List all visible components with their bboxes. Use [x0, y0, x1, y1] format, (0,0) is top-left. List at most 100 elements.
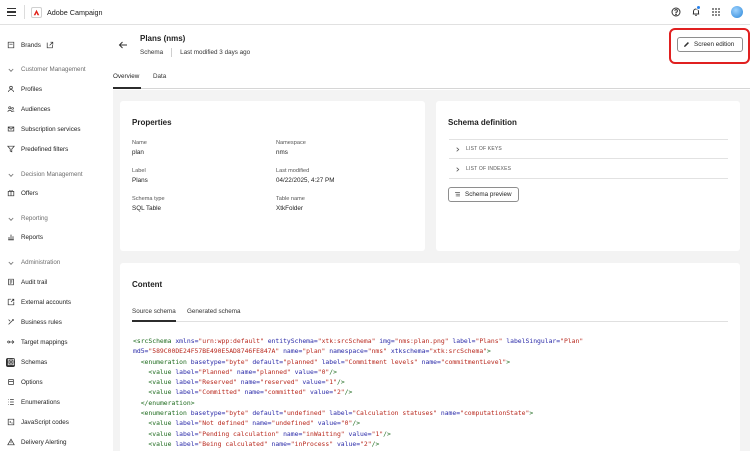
target-mappings-icon — [6, 338, 15, 347]
sidebar-section-label: Administration — [21, 259, 61, 266]
sidebar-item-profiles[interactable]: Profiles — [6, 82, 98, 96]
list-of-keys-label: LIST OF KEYS — [466, 146, 502, 152]
notification-badge — [696, 5, 701, 10]
code-line: <value label="Pending calculation" name=… — [148, 429, 391, 438]
sidebar-item-javascript-codes[interactable]: JavaScript codes — [6, 415, 98, 429]
code-line: <value label="Planned" name="planned" va… — [148, 367, 337, 376]
divider — [24, 5, 25, 19]
adobe-logo-icon[interactable] — [31, 7, 42, 18]
sidebar-section-administration[interactable]: Administration — [6, 258, 60, 267]
properties-title: Properties — [132, 118, 172, 127]
sidebar-item-schemas[interactable]: Schemas — [6, 355, 98, 369]
schema-preview-button[interactable]: Schema preview — [448, 187, 519, 202]
sidebar-item-label: Subscription services — [21, 125, 81, 133]
list-icon — [455, 192, 460, 197]
schema-definition-title: Schema definition — [448, 118, 517, 127]
sidebar-item-label: Schemas — [21, 358, 48, 366]
tab-data[interactable]: Data — [153, 73, 166, 80]
enumerations-icon — [6, 398, 15, 407]
sidebar-item-delivery-alerting[interactable]: Delivery Alerting — [6, 435, 98, 449]
sidebar-item-audit-trail[interactable]: Audit trail — [6, 275, 98, 289]
page-subtitle: Schema Last modified 3 days ago — [140, 48, 250, 57]
sidebar-item-reports[interactable]: Reports — [6, 230, 98, 244]
sidebar-item-label: Offers — [21, 189, 39, 197]
chevron-down-icon — [6, 65, 15, 74]
sidebar-item-label: Audit trail — [21, 278, 48, 286]
schema-type-value: SQL Table — [132, 205, 162, 212]
divider — [171, 48, 173, 57]
last-modified-value: 04/22/2025, 4:27 PM — [276, 177, 335, 184]
sidebar-item-subscription-services[interactable]: Subscription services — [6, 122, 98, 136]
chevron-right-icon — [456, 146, 460, 152]
sidebar-item-label: Enumerations — [21, 398, 60, 406]
name-label: Name — [132, 140, 147, 146]
sidebar-item-target-mappings[interactable]: Target mappings — [6, 335, 98, 349]
namespace-value: nms — [276, 149, 288, 156]
audiences-icon — [6, 105, 15, 114]
tab-generated-schema[interactable]: Generated schema — [187, 308, 241, 315]
divider — [449, 178, 728, 179]
source-schema-code[interactable]: <srcSchema xmlns="urn:wpp:default" entit… — [133, 336, 583, 449]
last-modified-field-label: Last modified — [276, 168, 310, 174]
content-title: Content — [132, 280, 163, 289]
name-value: plan — [132, 149, 144, 156]
reports-icon — [6, 233, 15, 242]
label-label: Label — [132, 168, 146, 174]
sidebar-item-predefined-filters[interactable]: Predefined filters — [6, 142, 98, 156]
sidebar-item-label: Audiences — [21, 105, 51, 113]
code-line: <enumeration basetype="byte" default="un… — [140, 409, 534, 418]
divider — [449, 139, 728, 140]
list-of-keys-accordion[interactable]: LIST OF KEYS — [455, 146, 502, 152]
sidebar-item-label: Business rules — [21, 318, 62, 326]
app-name[interactable]: Adobe Campaign — [47, 8, 103, 17]
sidebar-item-business-rules[interactable]: Business rules — [6, 315, 98, 329]
external-accounts-icon — [6, 298, 15, 307]
help-icon[interactable] — [670, 6, 682, 18]
app-switcher-icon[interactable] — [710, 6, 722, 18]
sidebar-item-offers[interactable]: Offers — [6, 186, 98, 200]
sidebar-item-brands[interactable]: Brands — [6, 38, 98, 52]
subscription-icon — [6, 125, 15, 134]
sidebar-item-external-accounts[interactable]: External accounts — [6, 295, 98, 309]
code-line: <value label="Not defined" name="undefin… — [148, 419, 361, 428]
chevron-down-icon — [6, 258, 15, 267]
screen-edition-button[interactable]: Screen edition — [677, 37, 743, 52]
list-of-indexes-accordion[interactable]: LIST OF INDEXES — [455, 166, 511, 172]
menu-icon[interactable] — [7, 8, 16, 16]
sidebar-item-enumerations[interactable]: Enumerations — [6, 395, 98, 409]
sidebar-section-reporting[interactable]: Reporting — [6, 214, 48, 223]
javascript-icon — [6, 418, 15, 427]
label-value: Plans — [132, 177, 148, 184]
code-line: <srcSchema xmlns="urn:wpp:default" entit… — [133, 337, 584, 345]
sidebar-section-customer-management[interactable]: Customer Management — [6, 65, 86, 74]
code-line: <value label="Committed" name="committed… — [148, 388, 353, 397]
schema-preview-label: Schema preview — [465, 191, 512, 198]
tab-source-schema[interactable]: Source schema — [132, 308, 176, 315]
pencil-icon — [684, 42, 689, 47]
schema-type-field-label: Schema type — [132, 196, 165, 202]
notification-bell-icon[interactable] — [690, 5, 702, 18]
tab-bar: Overview Data — [113, 66, 750, 89]
sidebar-item-options[interactable]: Options — [6, 375, 98, 389]
avatar[interactable] — [731, 6, 743, 18]
screen-edition-label: Screen edition — [694, 41, 735, 48]
tab-overview[interactable]: Overview — [113, 73, 139, 80]
business-rules-icon — [6, 318, 15, 327]
active-tab-indicator — [113, 87, 141, 89]
schemas-icon — [6, 357, 15, 367]
sidebar-section-label: Decision Management — [21, 171, 83, 178]
sidebar-section-decision-management[interactable]: Decision Management — [6, 170, 83, 179]
schema-type-label: Schema — [140, 49, 164, 56]
code-line: <enumeration basetype="byte" default="pl… — [140, 357, 511, 366]
sidebar: Brands Customer Management Profiles Audienc… — [0, 25, 100, 451]
code-line: <value label="Reserved" name="reserved" … — [148, 378, 345, 387]
alerting-icon — [6, 438, 15, 447]
open-external-icon[interactable] — [46, 41, 54, 49]
back-arrow-icon[interactable] — [118, 40, 128, 50]
code-line: </enumeration> — [140, 398, 195, 407]
sidebar-item-audiences[interactable]: Audiences — [6, 102, 98, 116]
sidebar-item-label: Target mappings — [21, 338, 68, 346]
sidebar-item-label: Options — [21, 378, 43, 386]
options-icon — [6, 378, 15, 387]
active-subtab-indicator — [132, 320, 176, 322]
